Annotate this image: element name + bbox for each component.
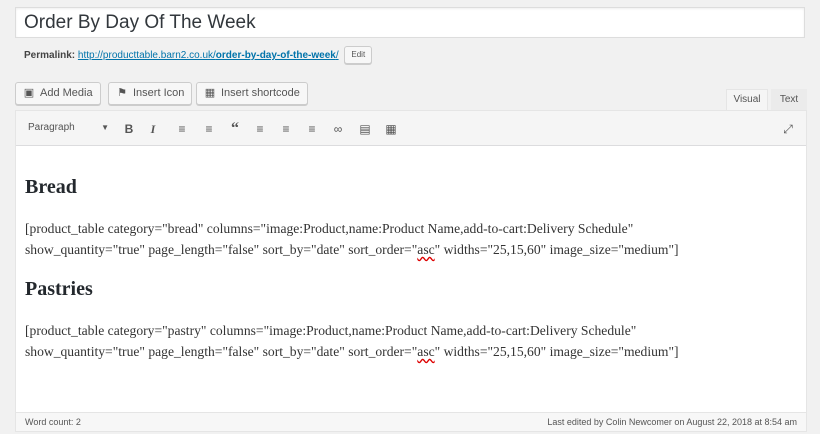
tab-text[interactable]: Text xyxy=(771,89,807,110)
insert-icon-label: Insert Icon xyxy=(133,87,185,99)
italic-icon[interactable]: I xyxy=(142,119,164,139)
shortcode-icon: ▦ xyxy=(204,87,216,99)
align-left-icon[interactable]: ≡ xyxy=(249,119,271,139)
permalink-end: / xyxy=(335,50,339,61)
shortcode-bread: [product_table category="bread" columns=… xyxy=(25,218,800,260)
fullscreen-icon[interactable]: ⤢ xyxy=(777,119,799,139)
format-select[interactable]: Paragraph ▼ xyxy=(18,118,111,138)
format-select-value: Paragraph xyxy=(28,122,75,133)
permalink-label: Permalink: xyxy=(24,50,76,61)
insert-shortcode-label: Insert shortcode xyxy=(221,87,300,99)
editor-content[interactable]: Bread [product_table category="bread" co… xyxy=(16,147,806,413)
flag-icon: ⚑ xyxy=(117,87,127,99)
post-title-input[interactable]: Order By Day Of The Week xyxy=(15,7,805,38)
add-media-label: Add Media xyxy=(40,87,93,99)
tab-visual[interactable]: Visual xyxy=(726,89,768,110)
shortcode-text: " widths="25,15,60" image_size="medium"] xyxy=(434,344,679,359)
toolbar-toggle-icon[interactable]: ▦ xyxy=(380,119,402,139)
insert-icon-button[interactable]: ⚑ Insert Icon xyxy=(108,82,193,105)
chevron-down-icon: ▼ xyxy=(101,123,109,132)
last-edited: Last edited by Colin Newcomer on August … xyxy=(547,417,797,427)
editor: Paragraph ▼ B I ≡ ≡ “ ≡ ≡ ≡ ∞ ▤ ▦ ⤢ Brea… xyxy=(15,110,807,432)
word-count: Word count: 2 xyxy=(25,417,81,427)
status-bar: Word count: 2 Last edited by Colin Newco… xyxy=(16,412,806,431)
permalink-slug: order-by-day-of-the-week xyxy=(215,50,336,61)
shortcode-line: show_quantity="true" page_length="false"… xyxy=(25,239,800,260)
shortcode-text: show_quantity="true" page_length="false"… xyxy=(25,344,418,359)
bold-icon[interactable]: B xyxy=(118,119,140,139)
editor-toolbar: Paragraph ▼ B I ≡ ≡ “ ≡ ≡ ≡ ∞ ▤ ▦ ⤢ xyxy=(16,111,806,146)
add-media-icon: ▣ xyxy=(23,87,35,99)
link-icon[interactable]: ∞ xyxy=(327,119,349,139)
permalink-link[interactable]: http://producttable.barn2.co.uk/order-by… xyxy=(78,50,339,61)
align-center-icon[interactable]: ≡ xyxy=(275,119,297,139)
shortcode-pastries: [product_table category="pastry" columns… xyxy=(25,320,800,362)
permalink-row: Permalink: http://producttable.barn2.co.… xyxy=(24,46,373,66)
insert-shortcode-button[interactable]: ▦ Insert shortcode xyxy=(196,82,308,105)
shortcode-line: show_quantity="true" page_length="false"… xyxy=(25,341,800,362)
shortcode-text: " widths="25,15,60" image_size="medium"] xyxy=(434,242,679,257)
misspelled-word: asc xyxy=(417,344,435,359)
shortcode-line: [product_table category="pastry" columns… xyxy=(25,323,637,338)
bullet-list-icon[interactable]: ≡ xyxy=(171,119,193,139)
numbered-list-icon[interactable]: ≡ xyxy=(198,119,220,139)
shortcode-text: show_quantity="true" page_length="false"… xyxy=(25,242,418,257)
add-media-button[interactable]: ▣ Add Media xyxy=(15,82,101,105)
permalink-base: http://producttable.barn2.co.uk/ xyxy=(77,50,216,61)
edit-slug-button[interactable]: Edit xyxy=(344,46,373,65)
heading-pastries: Pastries xyxy=(25,278,93,300)
read-more-icon[interactable]: ▤ xyxy=(354,119,376,139)
blockquote-icon[interactable]: “ xyxy=(224,119,246,139)
misspelled-word: asc xyxy=(417,242,435,257)
heading-bread: Bread xyxy=(25,176,77,198)
shortcode-line: [product_table category="bread" columns=… xyxy=(25,221,634,236)
align-right-icon[interactable]: ≡ xyxy=(301,119,323,139)
